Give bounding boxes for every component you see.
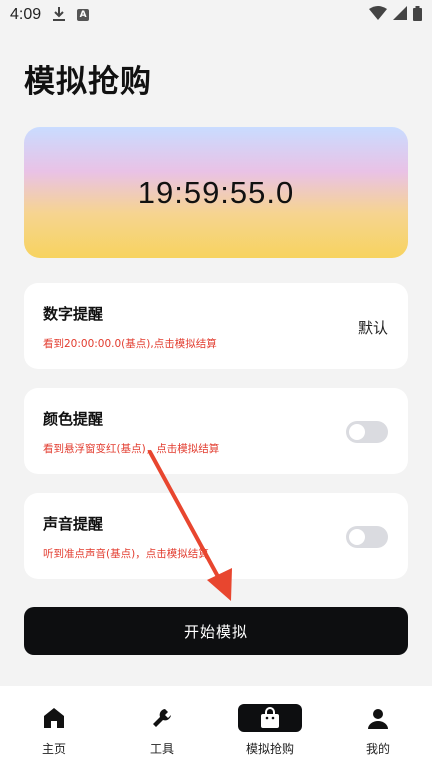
nav-item-home[interactable]: 主页 (14, 704, 94, 768)
status-bar: 4:09 A (0, 0, 432, 30)
wifi-icon (369, 6, 387, 24)
shopping-bag-icon (261, 707, 279, 728)
setting-title: 声音提醒 (43, 515, 104, 533)
clock-time: 19:59:55.0 (137, 174, 295, 210)
nav-label: 工具 (149, 742, 174, 756)
toggle-knob (349, 529, 365, 545)
home-icon (44, 708, 64, 728)
status-time: 4:09 (10, 6, 42, 23)
nav-item-simulate[interactable]: 模拟抢购 (230, 704, 310, 768)
nav-label: 我的 (365, 742, 390, 756)
person-icon (368, 709, 388, 729)
setting-value[interactable]: 默认 (358, 317, 388, 338)
a-badge-icon: A (77, 9, 90, 21)
nav-icon-container (130, 704, 194, 732)
color-reminder-toggle[interactable] (346, 421, 388, 443)
signal-icon (393, 6, 407, 24)
setting-card-sound: 声音提醒 听到准点声音(基点)，点击模拟结算 (24, 493, 408, 579)
setting-card-number[interactable]: 数字提醒 看到20:00:00.0(基点),点击模拟结算 默认 (24, 283, 408, 369)
sound-reminder-toggle[interactable] (346, 526, 388, 548)
setting-description: 看到悬浮窗变红(基点)，点击模拟结算 (43, 443, 220, 455)
clock-card: 19:59:55.0 (24, 127, 408, 258)
setting-title: 数字提醒 (43, 305, 104, 323)
nav-item-profile[interactable]: 我的 (338, 704, 418, 768)
page-title: 模拟抢购 (24, 64, 152, 100)
nav-icon-container (238, 704, 302, 732)
nav-icon-container (346, 704, 410, 732)
battery-icon (413, 5, 422, 25)
nav-label: 主页 (41, 742, 66, 756)
setting-card-color: 颜色提醒 看到悬浮窗变红(基点)，点击模拟结算 (24, 388, 408, 474)
setting-title: 颜色提醒 (43, 410, 104, 428)
start-simulation-button[interactable]: 开始模拟 (24, 607, 408, 655)
nav-item-tools[interactable]: 工具 (122, 704, 202, 768)
setting-description: 看到20:00:00.0(基点),点击模拟结算 (43, 338, 217, 350)
toggle-knob (349, 424, 365, 440)
nav-icon-container (22, 704, 86, 732)
setting-description: 听到准点声音(基点)，点击模拟结算 (43, 548, 209, 560)
wrench-icon (153, 709, 171, 727)
download-icon (53, 6, 66, 24)
bottom-nav: 主页 工具 模拟抢购 我的 (0, 686, 432, 768)
nav-label: 模拟抢购 (245, 742, 294, 756)
